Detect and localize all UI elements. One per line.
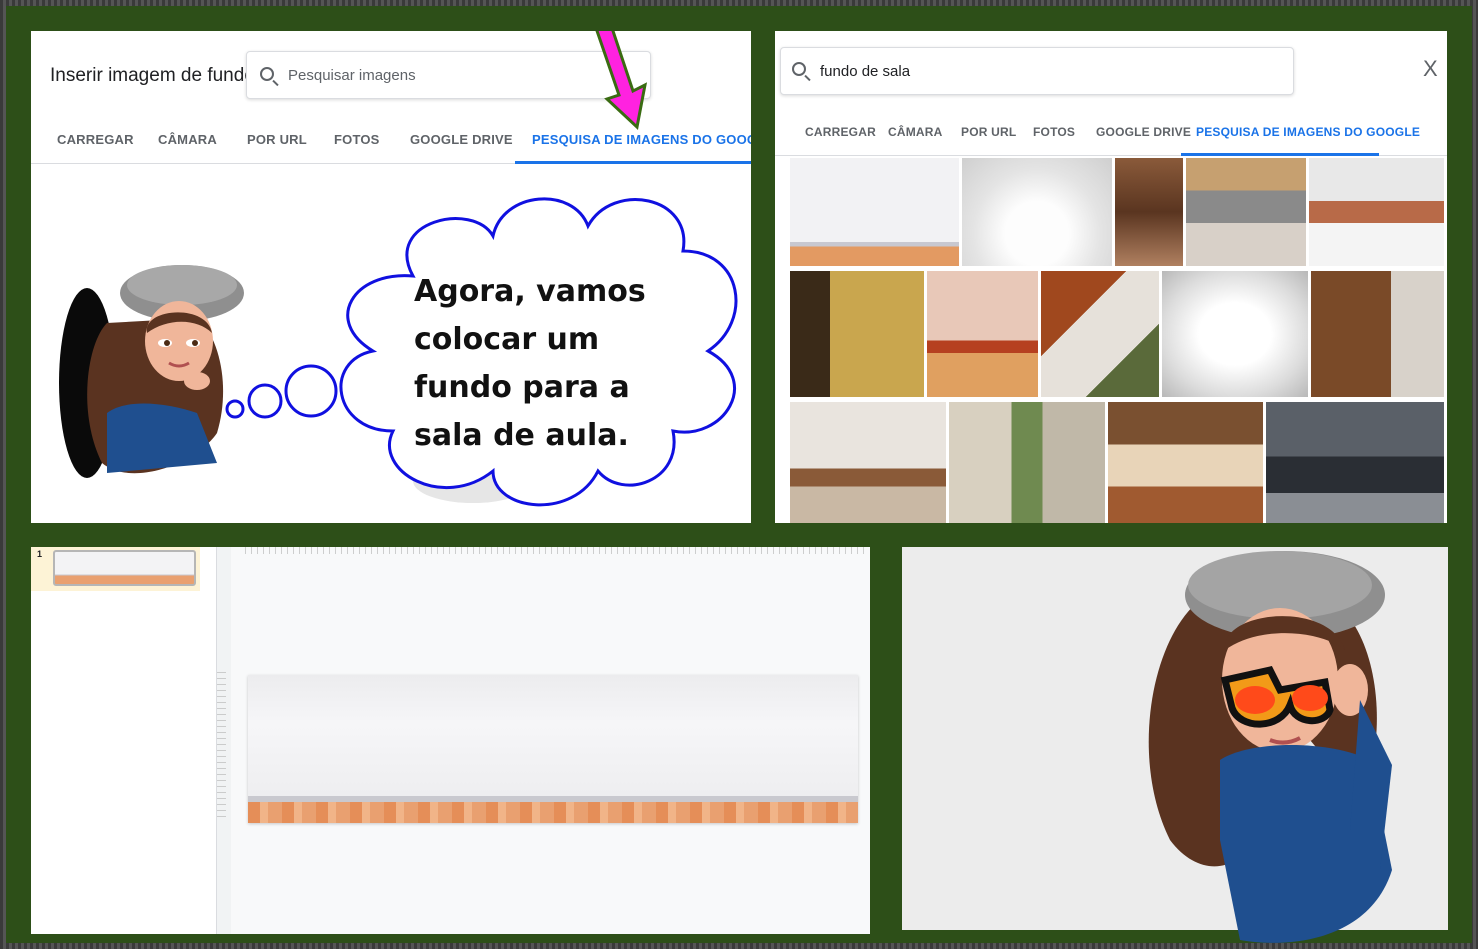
- image-result[interactable]: [1115, 158, 1183, 266]
- tab-fotos[interactable]: FOTOS: [1033, 125, 1075, 139]
- tab-carregar[interactable]: CARREGAR: [57, 132, 134, 147]
- image-result[interactable]: [1266, 402, 1444, 523]
- tab-google-image-search[interactable]: PESQUISA DE IMAGENS DO GOOGLE: [532, 132, 751, 147]
- image-result[interactable]: [949, 402, 1105, 523]
- tab-camara[interactable]: CÂMARA: [158, 132, 217, 147]
- tab-google-drive[interactable]: GOOGLE DRIVE: [1096, 125, 1191, 139]
- pointer-arrow: [595, 31, 648, 130]
- tab-fotos[interactable]: FOTOS: [334, 132, 380, 147]
- image-result[interactable]: [1311, 271, 1444, 397]
- insert-background-dialog: Inserir imagem de fundo Pesquisar imagen…: [31, 31, 751, 523]
- horizontal-ruler: [245, 547, 865, 554]
- image-result[interactable]: [1309, 158, 1444, 266]
- image-result[interactable]: [790, 402, 946, 523]
- image-result[interactable]: [1186, 158, 1306, 266]
- image-search-field[interactable]: fundo de sala: [780, 47, 1294, 95]
- search-icon: [792, 62, 806, 76]
- selected-slide[interactable]: 1: [31, 547, 200, 591]
- upload-tabs: CARREGAR CÂMARA POR URL FOTOS GOOGLE DRI…: [775, 115, 1447, 156]
- wood-floor: [248, 802, 858, 823]
- speech-text: Agora, vamos colocar um fundo para a sal…: [414, 274, 646, 453]
- slide-filmstrip: 1: [31, 547, 217, 934]
- bitmoji-avatar-thinking: [59, 265, 244, 478]
- image-result[interactable]: [962, 158, 1112, 266]
- active-tab-indicator: [515, 161, 751, 164]
- active-tab-indicator: [1181, 153, 1379, 156]
- image-search-results: fundo de sala X CARREGAR CÂMARA POR URL …: [775, 31, 1447, 523]
- slides-editor: 1: [31, 547, 870, 934]
- close-icon[interactable]: X: [1423, 56, 1438, 82]
- image-result[interactable]: [790, 158, 959, 266]
- dialog-title: Inserir imagem de fundo: [50, 65, 255, 86]
- bitmoji-avatar-sunglasses: [1148, 551, 1392, 943]
- slide-thumbnail[interactable]: [53, 550, 196, 586]
- tab-google-image-search[interactable]: PESQUISA DE IMAGENS DO GOOGLE: [1196, 125, 1420, 139]
- tab-por-url[interactable]: POR URL: [247, 132, 307, 147]
- slide-number: 1: [37, 549, 43, 559]
- image-result[interactable]: [1162, 271, 1308, 397]
- vertical-ruler: [217, 672, 226, 822]
- background-wall: [248, 675, 858, 797]
- image-result[interactable]: [790, 271, 924, 397]
- image-result[interactable]: [927, 271, 1038, 397]
- search-icon: [260, 67, 274, 81]
- tab-por-url[interactable]: POR URL: [961, 125, 1016, 139]
- search-query: fundo de sala: [820, 63, 911, 80]
- image-result[interactable]: [1041, 271, 1159, 397]
- tab-google-drive[interactable]: GOOGLE DRIVE: [410, 132, 513, 147]
- slide-canvas[interactable]: [248, 675, 858, 823]
- search-placeholder: Pesquisar imagens: [288, 67, 416, 84]
- tab-camara[interactable]: CÂMARA: [888, 125, 943, 139]
- tab-carregar[interactable]: CARREGAR: [805, 125, 876, 139]
- image-result[interactable]: [1108, 402, 1263, 523]
